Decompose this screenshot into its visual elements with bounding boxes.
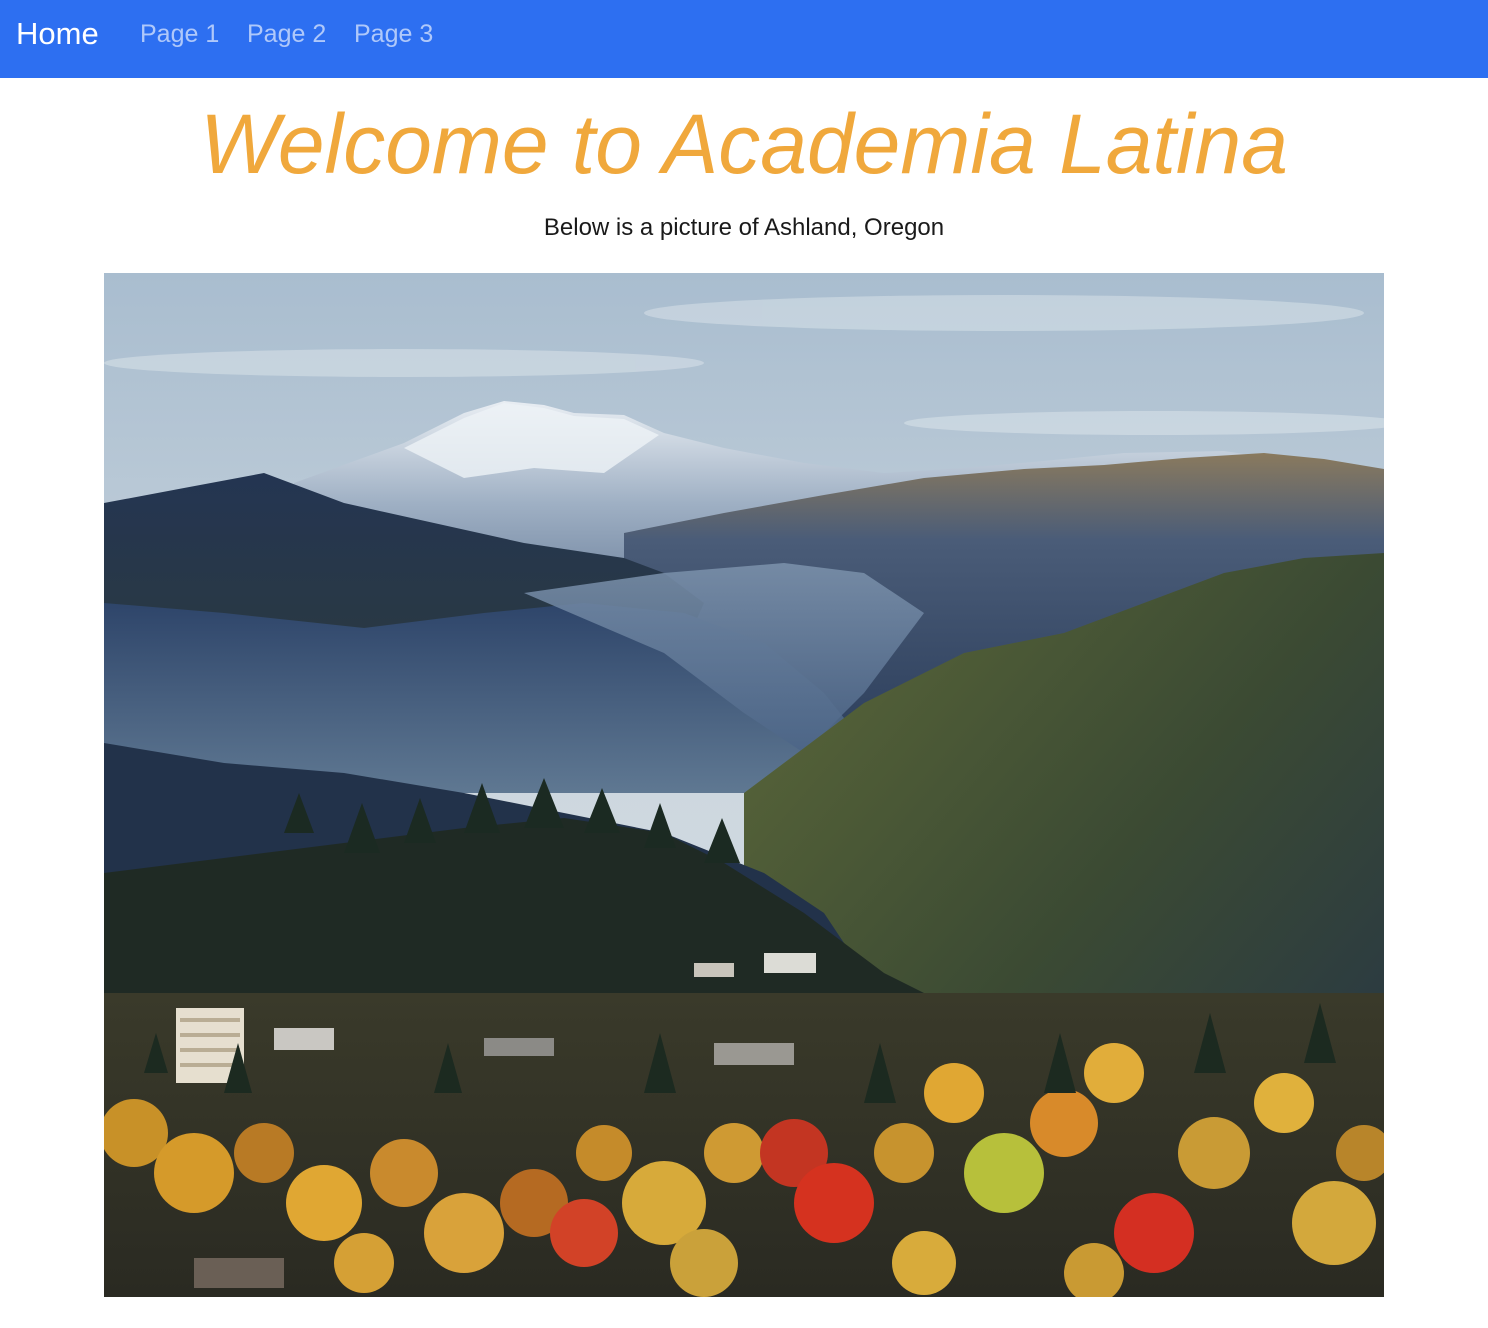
nav-page-1-link[interactable]: Page 1 [140, 18, 219, 50]
page-subtitle: Below is a picture of Ashland, Oregon [543, 214, 945, 241]
top-navbar: Home Page 1 Page 2 Page 3 [0, 0, 1488, 78]
nav-page-3-link[interactable]: Page 3 [354, 18, 433, 50]
ashland-landscape-photo [104, 273, 1384, 1297]
nav-page-2-link[interactable]: Page 2 [247, 18, 326, 50]
page-title: Welcome to Academia Latina [200, 97, 1288, 191]
nav-home-link[interactable]: Home [16, 14, 99, 54]
